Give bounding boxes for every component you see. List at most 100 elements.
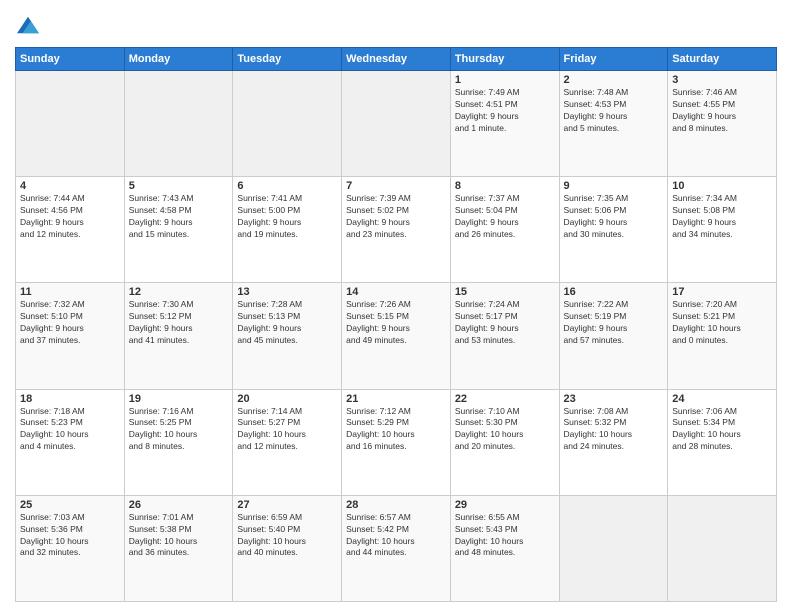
calendar-cell: 18Sunrise: 7:18 AM Sunset: 5:23 PM Dayli… [16, 389, 125, 495]
calendar-cell: 5Sunrise: 7:43 AM Sunset: 4:58 PM Daylig… [124, 177, 233, 283]
day-info: Sunrise: 6:55 AM Sunset: 5:43 PM Dayligh… [455, 512, 555, 560]
calendar-week-row: 25Sunrise: 7:03 AM Sunset: 5:36 PM Dayli… [16, 495, 777, 601]
day-number: 2 [564, 74, 664, 86]
day-number: 1 [455, 74, 555, 86]
day-info: Sunrise: 7:20 AM Sunset: 5:21 PM Dayligh… [672, 299, 772, 347]
day-info: Sunrise: 7:46 AM Sunset: 4:55 PM Dayligh… [672, 87, 772, 135]
calendar-week-row: 18Sunrise: 7:18 AM Sunset: 5:23 PM Dayli… [16, 389, 777, 495]
day-info: Sunrise: 7:49 AM Sunset: 4:51 PM Dayligh… [455, 87, 555, 135]
logo-icon [17, 14, 39, 36]
calendar-cell: 2Sunrise: 7:48 AM Sunset: 4:53 PM Daylig… [559, 71, 668, 177]
calendar-day-header: Thursday [450, 48, 559, 71]
day-number: 27 [237, 499, 337, 511]
day-number: 29 [455, 499, 555, 511]
day-number: 18 [20, 393, 120, 405]
day-number: 28 [346, 499, 446, 511]
logo [15, 14, 39, 41]
day-info: Sunrise: 7:10 AM Sunset: 5:30 PM Dayligh… [455, 406, 555, 454]
calendar-cell [559, 495, 668, 601]
calendar-cell: 25Sunrise: 7:03 AM Sunset: 5:36 PM Dayli… [16, 495, 125, 601]
day-number: 21 [346, 393, 446, 405]
calendar-table: SundayMondayTuesdayWednesdayThursdayFrid… [15, 47, 777, 602]
calendar-cell: 24Sunrise: 7:06 AM Sunset: 5:34 PM Dayli… [668, 389, 777, 495]
calendar-cell: 13Sunrise: 7:28 AM Sunset: 5:13 PM Dayli… [233, 283, 342, 389]
day-number: 13 [237, 286, 337, 298]
calendar-day-header: Wednesday [342, 48, 451, 71]
calendar-cell [233, 71, 342, 177]
day-info: Sunrise: 7:43 AM Sunset: 4:58 PM Dayligh… [129, 193, 229, 241]
calendar-cell: 28Sunrise: 6:57 AM Sunset: 5:42 PM Dayli… [342, 495, 451, 601]
day-info: Sunrise: 7:03 AM Sunset: 5:36 PM Dayligh… [20, 512, 120, 560]
calendar-cell: 14Sunrise: 7:26 AM Sunset: 5:15 PM Dayli… [342, 283, 451, 389]
calendar-day-header: Monday [124, 48, 233, 71]
day-number: 25 [20, 499, 120, 511]
day-info: Sunrise: 7:41 AM Sunset: 5:00 PM Dayligh… [237, 193, 337, 241]
calendar-cell [668, 495, 777, 601]
day-info: Sunrise: 7:32 AM Sunset: 5:10 PM Dayligh… [20, 299, 120, 347]
day-number: 14 [346, 286, 446, 298]
day-number: 5 [129, 180, 229, 192]
day-info: Sunrise: 7:26 AM Sunset: 5:15 PM Dayligh… [346, 299, 446, 347]
day-info: Sunrise: 7:24 AM Sunset: 5:17 PM Dayligh… [455, 299, 555, 347]
day-info: Sunrise: 7:35 AM Sunset: 5:06 PM Dayligh… [564, 193, 664, 241]
calendar-cell: 27Sunrise: 6:59 AM Sunset: 5:40 PM Dayli… [233, 495, 342, 601]
calendar-cell: 4Sunrise: 7:44 AM Sunset: 4:56 PM Daylig… [16, 177, 125, 283]
day-number: 3 [672, 74, 772, 86]
day-number: 8 [455, 180, 555, 192]
day-info: Sunrise: 7:08 AM Sunset: 5:32 PM Dayligh… [564, 406, 664, 454]
calendar-cell: 16Sunrise: 7:22 AM Sunset: 5:19 PM Dayli… [559, 283, 668, 389]
day-info: Sunrise: 7:06 AM Sunset: 5:34 PM Dayligh… [672, 406, 772, 454]
calendar-cell: 12Sunrise: 7:30 AM Sunset: 5:12 PM Dayli… [124, 283, 233, 389]
calendar-cell: 6Sunrise: 7:41 AM Sunset: 5:00 PM Daylig… [233, 177, 342, 283]
day-number: 26 [129, 499, 229, 511]
calendar-cell: 19Sunrise: 7:16 AM Sunset: 5:25 PM Dayli… [124, 389, 233, 495]
day-info: Sunrise: 7:37 AM Sunset: 5:04 PM Dayligh… [455, 193, 555, 241]
day-info: Sunrise: 7:34 AM Sunset: 5:08 PM Dayligh… [672, 193, 772, 241]
day-number: 9 [564, 180, 664, 192]
day-number: 7 [346, 180, 446, 192]
day-number: 24 [672, 393, 772, 405]
calendar-header-row: SundayMondayTuesdayWednesdayThursdayFrid… [16, 48, 777, 71]
calendar-cell: 23Sunrise: 7:08 AM Sunset: 5:32 PM Dayli… [559, 389, 668, 495]
day-number: 10 [672, 180, 772, 192]
calendar-cell: 8Sunrise: 7:37 AM Sunset: 5:04 PM Daylig… [450, 177, 559, 283]
calendar-day-header: Sunday [16, 48, 125, 71]
day-info: Sunrise: 6:59 AM Sunset: 5:40 PM Dayligh… [237, 512, 337, 560]
day-number: 20 [237, 393, 337, 405]
calendar-cell: 10Sunrise: 7:34 AM Sunset: 5:08 PM Dayli… [668, 177, 777, 283]
calendar-cell: 11Sunrise: 7:32 AM Sunset: 5:10 PM Dayli… [16, 283, 125, 389]
calendar-cell: 20Sunrise: 7:14 AM Sunset: 5:27 PM Dayli… [233, 389, 342, 495]
day-number: 23 [564, 393, 664, 405]
calendar-week-row: 1Sunrise: 7:49 AM Sunset: 4:51 PM Daylig… [16, 71, 777, 177]
day-info: Sunrise: 7:48 AM Sunset: 4:53 PM Dayligh… [564, 87, 664, 135]
calendar-cell: 17Sunrise: 7:20 AM Sunset: 5:21 PM Dayli… [668, 283, 777, 389]
calendar-cell: 3Sunrise: 7:46 AM Sunset: 4:55 PM Daylig… [668, 71, 777, 177]
day-number: 11 [20, 286, 120, 298]
day-info: Sunrise: 7:22 AM Sunset: 5:19 PM Dayligh… [564, 299, 664, 347]
day-info: Sunrise: 7:28 AM Sunset: 5:13 PM Dayligh… [237, 299, 337, 347]
calendar-cell: 29Sunrise: 6:55 AM Sunset: 5:43 PM Dayli… [450, 495, 559, 601]
day-info: Sunrise: 7:14 AM Sunset: 5:27 PM Dayligh… [237, 406, 337, 454]
day-number: 22 [455, 393, 555, 405]
calendar-cell [342, 71, 451, 177]
day-info: Sunrise: 7:16 AM Sunset: 5:25 PM Dayligh… [129, 406, 229, 454]
day-info: Sunrise: 7:30 AM Sunset: 5:12 PM Dayligh… [129, 299, 229, 347]
calendar-cell: 15Sunrise: 7:24 AM Sunset: 5:17 PM Dayli… [450, 283, 559, 389]
calendar-cell: 7Sunrise: 7:39 AM Sunset: 5:02 PM Daylig… [342, 177, 451, 283]
day-number: 19 [129, 393, 229, 405]
calendar-day-header: Friday [559, 48, 668, 71]
day-number: 12 [129, 286, 229, 298]
calendar-cell [124, 71, 233, 177]
day-info: Sunrise: 7:01 AM Sunset: 5:38 PM Dayligh… [129, 512, 229, 560]
calendar-page: SundayMondayTuesdayWednesdayThursdayFrid… [0, 0, 792, 612]
calendar-day-header: Tuesday [233, 48, 342, 71]
calendar-week-row: 4Sunrise: 7:44 AM Sunset: 4:56 PM Daylig… [16, 177, 777, 283]
calendar-cell: 26Sunrise: 7:01 AM Sunset: 5:38 PM Dayli… [124, 495, 233, 601]
day-number: 16 [564, 286, 664, 298]
day-info: Sunrise: 7:12 AM Sunset: 5:29 PM Dayligh… [346, 406, 446, 454]
calendar-cell: 21Sunrise: 7:12 AM Sunset: 5:29 PM Dayli… [342, 389, 451, 495]
day-info: Sunrise: 7:39 AM Sunset: 5:02 PM Dayligh… [346, 193, 446, 241]
calendar-cell: 1Sunrise: 7:49 AM Sunset: 4:51 PM Daylig… [450, 71, 559, 177]
calendar-cell: 22Sunrise: 7:10 AM Sunset: 5:30 PM Dayli… [450, 389, 559, 495]
day-info: Sunrise: 7:44 AM Sunset: 4:56 PM Dayligh… [20, 193, 120, 241]
